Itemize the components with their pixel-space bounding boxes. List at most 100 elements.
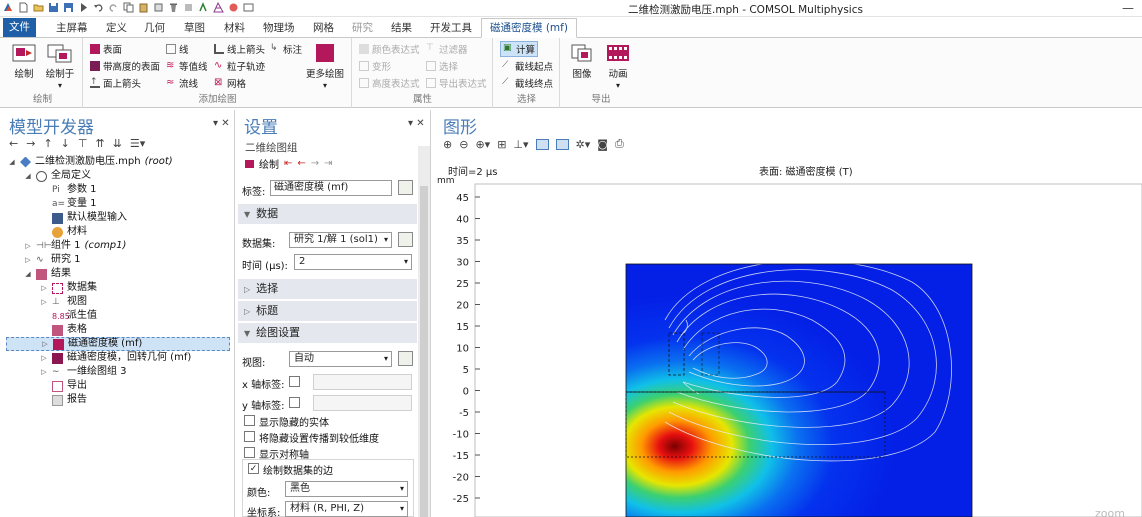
filter-button[interactable]: ⊤ 过滤器 — [426, 42, 468, 57]
annotation-button[interactable]: ↳ 标注 — [270, 42, 302, 57]
settings-scrollbar[interactable] — [418, 146, 430, 517]
tab-physics[interactable]: 物理场 — [263, 20, 295, 38]
export-expression-button[interactable]: 导出表达式 — [426, 76, 487, 90]
xlabel-checkbox[interactable] — [289, 376, 300, 387]
zoom-in-icon[interactable]: ⊕ — [443, 138, 452, 151]
streamline-button[interactable]: ≈ 流线 — [166, 76, 198, 91]
tree-node-results[interactable]: ◢ 结果 — [24, 267, 71, 281]
plot-button[interactable]: 绘制 — [9, 43, 39, 80]
camera-icon[interactable]: ◙ — [597, 138, 608, 151]
zoom-box-icon[interactable]: ⊕▾ — [475, 138, 490, 151]
height-expression-button[interactable]: 高度表达式 — [359, 76, 420, 90]
new-file-icon[interactable] — [18, 2, 29, 13]
tab-mesh[interactable]: 网格 — [313, 20, 334, 38]
compute-icon[interactable] — [198, 2, 209, 13]
cutline-start-button[interactable]: ⟋ 截线起点 — [502, 59, 553, 74]
copy-icon[interactable] — [123, 2, 134, 13]
last-icon[interactable]: ⇥ — [324, 158, 332, 169]
show-hidden-checkbox[interactable] — [244, 415, 255, 426]
tree-node-reports[interactable]: 报告 — [40, 393, 87, 407]
tree-node-views[interactable]: ▷ ⊥ 视图 — [40, 295, 87, 309]
zoom-out-icon[interactable]: ⊖ — [459, 138, 468, 151]
animation-button[interactable]: 动画 ▾ — [603, 43, 633, 91]
forward-arrow-icon[interactable]: → — [26, 137, 35, 150]
settings-scroll-thumb[interactable] — [420, 186, 428, 517]
line-button[interactable]: 线 — [166, 42, 189, 56]
tab-sketch[interactable]: 草图 — [184, 20, 205, 38]
down-arrow-icon[interactable]: ↓ — [61, 137, 70, 150]
tab-materials[interactable]: 材料 — [224, 20, 245, 38]
tree-node-root[interactable]: ◢ 二维检测激励电压.mph (root) — [8, 155, 173, 169]
panel-menu-icon[interactable]: ▾ ✕ — [213, 118, 230, 129]
tab-developer[interactable]: 开发工具 — [430, 20, 472, 38]
ylabel-field[interactable] — [313, 395, 412, 411]
image-button[interactable]: 图像 — [567, 43, 597, 80]
build-all-icon[interactable] — [183, 2, 194, 13]
tree-node-materials[interactable]: 材料 — [40, 225, 87, 239]
particle-tracing-button[interactable]: ∿ 粒子轨迹 — [214, 59, 265, 74]
print-icon[interactable]: ⎙ — [615, 137, 624, 151]
tree-node-study[interactable]: ▷ ∿ 研究 1 — [24, 253, 80, 267]
more-options-icon[interactable]: ☰▾ — [130, 137, 145, 150]
open-folder-icon[interactable] — [33, 2, 44, 13]
surface-button[interactable]: 表面 — [90, 42, 122, 56]
axis-orientation-icon[interactable]: ⊥▾ — [513, 138, 528, 151]
section-selection[interactable]: ▷ 选择 — [238, 279, 417, 299]
time-select[interactable]: 2 ▾ — [294, 254, 412, 270]
run-icon[interactable] — [78, 2, 89, 13]
tree-node-parameters[interactable]: Pi 参数 1 — [40, 183, 97, 197]
mesh-toolbar-icon[interactable] — [213, 2, 224, 13]
label-field[interactable]: 磁通密度模 (mf) — [270, 180, 392, 196]
plot-canvas[interactable]: 时间=2 µs 表面: 磁通密度模 (T) mm 45 40 35 30 25 20 15 1… — [437, 160, 1142, 517]
expand-icon[interactable]: ⇊ — [113, 137, 122, 150]
tab-geometry[interactable]: 几何 — [144, 20, 165, 38]
windows-icon[interactable] — [243, 2, 254, 13]
tree-node-flux-density-plot[interactable]: ▷ 磁通密度模 (mf) — [6, 337, 230, 351]
mesh-plot-button[interactable]: ⊠ 网格 — [214, 76, 246, 91]
show-icon[interactable]: ⊤ — [78, 137, 88, 150]
collapse-icon[interactable]: ⇈ — [95, 137, 104, 150]
section-title[interactable]: ▷ 标题 — [238, 301, 417, 321]
duplicate-icon[interactable] — [153, 2, 164, 13]
selection-attr-button[interactable]: 选择 — [426, 59, 458, 73]
surface-arrow-button[interactable]: ↑ 面上箭头 — [90, 76, 141, 90]
compute-button[interactable]: ▣ 计算 — [500, 41, 539, 57]
dataset-select[interactable]: 研究 1/解 1 (sol1) ▾ — [289, 232, 392, 248]
axis-toggle-icon[interactable] — [555, 138, 569, 150]
tree-node-component[interactable]: ▷ ⊣⊢ 组件 1 (comp1) — [24, 239, 126, 253]
symmetry-axis-checkbox[interactable] — [244, 447, 255, 458]
height-surface-button[interactable]: 带高度的表面 — [90, 59, 160, 73]
up-arrow-icon[interactable]: ↑ — [43, 137, 52, 150]
tree-node-derived-values[interactable]: 8.85 派生值 — [40, 309, 97, 323]
previous-icon[interactable]: ← — [297, 158, 305, 169]
color-expression-button[interactable]: 颜色表达式 — [359, 42, 420, 56]
xlabel-field[interactable] — [313, 374, 412, 390]
first-icon[interactable]: ⇤ — [284, 158, 292, 169]
plot-in-button[interactable]: 绘制于 ▾ — [43, 43, 77, 91]
tab-study[interactable]: 研究 — [352, 20, 373, 38]
tree-node-revolved-plot[interactable]: ▷ 磁通密度模，回转几何 (mf) — [40, 351, 191, 365]
section-data[interactable]: ▼ 数据 — [238, 204, 417, 224]
tree-node-default-model-inputs[interactable]: 默认模型输入 — [40, 211, 127, 225]
next-icon[interactable]: → — [311, 158, 319, 169]
tree-node-1d-plot[interactable]: ▷ ∼ 一维绘图组 3 — [40, 365, 126, 379]
propagate-hiding-checkbox[interactable] — [244, 431, 255, 442]
zoom-extents-icon[interactable]: ⊞ — [497, 138, 506, 151]
save-as-icon[interactable] — [63, 2, 74, 13]
paste-icon[interactable] — [138, 2, 149, 13]
settings-plot-button[interactable]: 绘制 — [259, 156, 279, 171]
minimize-icon[interactable]: — — [1122, 1, 1134, 15]
tab-file[interactable]: 文件 — [3, 18, 36, 37]
grid-toggle-icon[interactable] — [535, 138, 549, 150]
tab-home[interactable]: 主屏幕 — [56, 20, 88, 38]
more-plots-button[interactable]: 更多绘图 ▾ — [304, 43, 346, 91]
tree-node-tables[interactable]: 表格 — [40, 323, 87, 337]
ylabel-checkbox[interactable] — [289, 397, 300, 408]
scene-light-icon[interactable]: ✲▾ — [576, 138, 591, 151]
contour-button[interactable]: ≋ 等值线 — [166, 59, 208, 74]
view-select[interactable]: 自动 ▾ — [289, 351, 392, 367]
dataset-edges-checkbox[interactable]: ✓ — [248, 463, 259, 474]
deformation-button[interactable]: 变形 — [359, 59, 391, 73]
plot-small-icon[interactable] — [245, 159, 254, 168]
tree-node-variables[interactable]: a= 变量 1 — [40, 197, 97, 211]
